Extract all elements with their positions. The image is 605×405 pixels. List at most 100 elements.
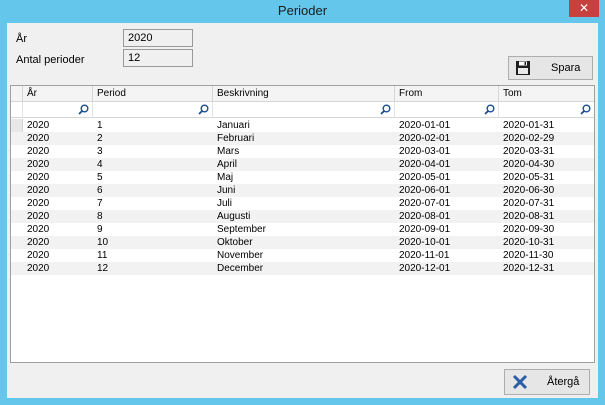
cell-from: 2020-01-01 [399, 120, 451, 131]
cell-period: 3 [97, 146, 103, 157]
cell-tom: 2020-02-29 [503, 133, 555, 144]
table-row[interactable]: 2020 3 Mars 2020-03-01 2020-03-31 [11, 145, 594, 158]
cell-from: 2020-05-01 [399, 172, 451, 183]
cell-tom: 2020-06-30 [503, 185, 555, 196]
magnifier-icon[interactable] [198, 104, 209, 115]
cell-tom: 2020-10-31 [503, 237, 555, 248]
cell-description: Januari [217, 120, 250, 131]
cell-from: 2020-03-01 [399, 146, 451, 157]
column-header-description[interactable]: Beskrivning [213, 86, 395, 102]
filter-period-input[interactable] [93, 102, 213, 118]
cell-from: 2020-07-01 [399, 198, 451, 209]
cell-period: 9 [97, 224, 103, 235]
cell-year: 2020 [27, 237, 50, 248]
column-header-period[interactable]: Period [93, 86, 213, 102]
magnifier-icon[interactable] [484, 104, 495, 115]
filter-tom-input[interactable] [499, 102, 594, 118]
titlebar[interactable]: Perioder ✕ [0, 0, 605, 23]
cell-description: Mars [217, 146, 240, 157]
filter-from-input[interactable] [395, 102, 499, 118]
cell-tom: 2020-11-30 [503, 250, 554, 261]
cell-tom: 2020-07-31 [503, 198, 555, 209]
cell-period: 8 [97, 211, 103, 222]
row-selector[interactable] [11, 119, 23, 132]
filter-description-input[interactable] [213, 102, 395, 118]
table-row[interactable]: 2020 4 April 2020-04-01 2020-04-30 [11, 158, 594, 171]
table-header: År Period Beskrivning From Tom [11, 86, 594, 102]
cell-description: December [217, 263, 264, 274]
window-title: Perioder [277, 3, 328, 18]
cell-period: 1 [97, 120, 103, 131]
filter-year-input[interactable] [23, 102, 93, 118]
cell-year: 2020 [27, 211, 50, 222]
save-button-label: Spara [551, 62, 581, 74]
back-button-label: Återgå [547, 376, 580, 388]
magnifier-icon[interactable] [78, 104, 89, 115]
cell-year: 2020 [27, 159, 50, 170]
table-row[interactable]: 2020 10 Oktober 2020-10-01 2020-10-31 [11, 236, 594, 249]
cell-description: Juli [217, 198, 233, 209]
cell-from: 2020-02-01 [399, 133, 451, 144]
cell-tom: 2020-09-30 [503, 224, 555, 235]
cell-period: 11 [97, 250, 108, 261]
cell-year: 2020 [27, 185, 50, 196]
close-icon: ✕ [578, 1, 590, 15]
cell-description: September [217, 224, 266, 235]
cell-year: 2020 [27, 133, 50, 144]
save-button[interactable]: Spara [508, 56, 593, 80]
periods-field[interactable]: 12 [123, 49, 193, 67]
column-header-year[interactable]: År [23, 86, 93, 102]
table-row[interactable]: 2020 6 Juni 2020-06-01 2020-06-30 [11, 184, 594, 197]
cell-year: 2020 [27, 172, 50, 183]
cell-description: November [217, 250, 264, 261]
cell-year: 2020 [27, 250, 50, 261]
cell-tom: 2020-01-31 [503, 120, 555, 131]
cell-from: 2020-12-01 [399, 263, 451, 274]
window: Perioder ✕ År 2020 Antal perioder 12 Spa… [0, 0, 605, 405]
year-field[interactable]: 2020 [123, 29, 193, 47]
cell-year: 2020 [27, 263, 50, 274]
table-row[interactable]: 2020 2 Februari 2020-02-01 2020-02-29 [11, 132, 594, 145]
cell-tom: 2020-08-31 [503, 211, 555, 222]
filter-row [11, 102, 594, 118]
column-header-from[interactable]: From [395, 86, 499, 102]
magnifier-icon[interactable] [580, 104, 591, 115]
client-area: År 2020 Antal perioder 12 Spara År Perio… [7, 23, 598, 398]
floppy-disk-icon [516, 61, 530, 75]
cell-period: 7 [97, 198, 103, 209]
cell-description: Juni [217, 185, 236, 196]
cell-year: 2020 [27, 224, 50, 235]
column-header-tom[interactable]: Tom [499, 86, 594, 102]
cell-period: 4 [97, 159, 103, 170]
header-row-selector [11, 86, 23, 102]
year-label: År [16, 33, 27, 45]
table-row[interactable]: 2020 12 December 2020-12-01 2020-12-31 [11, 262, 594, 275]
cell-from: 2020-06-01 [399, 185, 451, 196]
table-row[interactable]: 2020 8 Augusti 2020-08-01 2020-08-31 [11, 210, 594, 223]
cell-period: 5 [97, 172, 103, 183]
magnifier-icon[interactable] [380, 104, 391, 115]
periods-label: Antal perioder [16, 54, 85, 66]
table-row[interactable]: 2020 7 Juli 2020-07-01 2020-07-31 [11, 197, 594, 210]
cell-period: 2 [97, 133, 103, 144]
cell-description: Maj [217, 172, 234, 183]
cell-from: 2020-11-01 [399, 250, 450, 261]
table-row[interactable]: 2020 9 September 2020-09-01 2020-09-30 [11, 223, 594, 236]
cell-description: April [217, 159, 238, 170]
cell-from: 2020-08-01 [399, 211, 451, 222]
table-row[interactable]: 2020 11 November 2020-11-01 2020-11-30 [11, 249, 594, 262]
cell-from: 2020-09-01 [399, 224, 451, 235]
cell-year: 2020 [27, 198, 50, 209]
back-button[interactable]: Återgå [504, 369, 590, 395]
x-icon [512, 374, 528, 390]
cell-year: 2020 [27, 120, 50, 131]
close-button[interactable]: ✕ [569, 0, 599, 17]
cell-year: 2020 [27, 146, 50, 157]
cell-description: Oktober [217, 237, 253, 248]
cell-tom: 2020-05-31 [503, 172, 555, 183]
cell-description: Augusti [217, 211, 251, 222]
cell-from: 2020-10-01 [399, 237, 451, 248]
table-row[interactable]: 2020 1 Januari 2020-01-01 2020-01-31 [11, 119, 594, 132]
table-row[interactable]: 2020 5 Maj 2020-05-01 2020-05-31 [11, 171, 594, 184]
cell-period: 6 [97, 185, 103, 196]
